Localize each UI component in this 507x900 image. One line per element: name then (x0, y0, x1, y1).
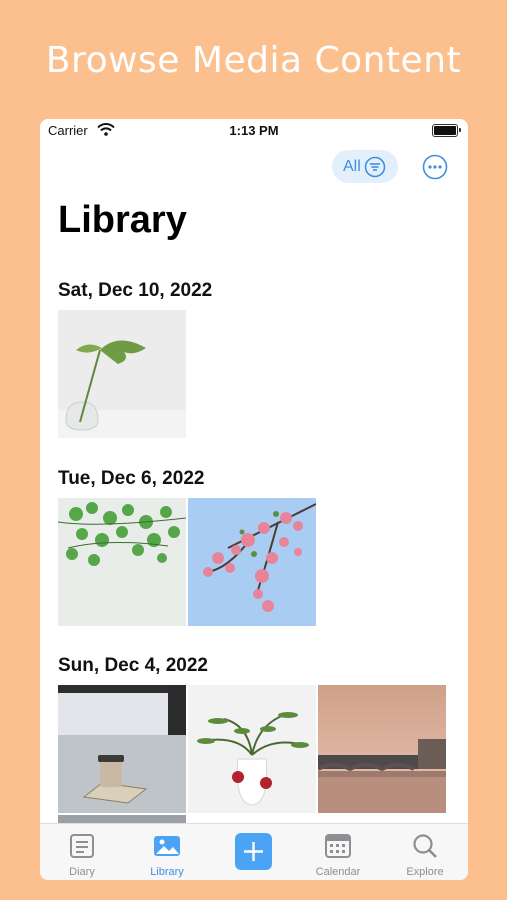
tab-explore[interactable]: Explore (385, 824, 465, 880)
page-title: Library (58, 199, 187, 241)
section-date: Tue, Dec 6, 2022 (58, 468, 205, 489)
section-date: Sat, Dec 10, 2022 (58, 280, 213, 301)
tab-label: Diary (69, 866, 95, 878)
media-thumbnail[interactable] (188, 685, 316, 813)
media-thumbnail[interactable] (188, 498, 316, 626)
plus-icon (244, 842, 263, 861)
tab-calendar[interactable]: Calendar (298, 824, 378, 880)
tab-diary[interactable]: Diary (42, 824, 122, 880)
battery-icon (432, 124, 458, 137)
diary-icon (68, 832, 96, 860)
filter-button[interactable]: All (332, 150, 398, 183)
promo-headline: Browse Media Content (45, 40, 462, 81)
phone-screen: Carrier 1:13 PM All Library Sat, Dec 10,… (40, 119, 468, 880)
media-thumbnail[interactable] (58, 498, 186, 626)
filter-label: All (343, 158, 361, 175)
section-date: Sun, Dec 4, 2022 (58, 655, 208, 676)
battery-tip (459, 128, 461, 132)
tab-bar: Diary Library Calendar Explore (40, 823, 468, 880)
status-bar: Carrier 1:13 PM (40, 119, 468, 143)
more-options-icon[interactable] (422, 154, 448, 180)
tab-label: Library (150, 866, 184, 878)
media-thumbnail[interactable] (318, 685, 446, 813)
calendar-icon (324, 832, 352, 860)
media-thumbnail[interactable] (58, 685, 186, 813)
media-thumbnail[interactable] (58, 310, 186, 438)
filter-icon (364, 156, 386, 178)
add-entry-button[interactable] (235, 833, 272, 870)
tab-label: Explore (406, 866, 444, 878)
media-thumbnail[interactable] (58, 815, 186, 823)
tab-label: Calendar (315, 866, 361, 878)
photo-icon (153, 832, 181, 860)
tab-library[interactable]: Library (127, 824, 207, 880)
search-icon (411, 832, 439, 860)
status-time: 1:13 PM (229, 123, 279, 138)
